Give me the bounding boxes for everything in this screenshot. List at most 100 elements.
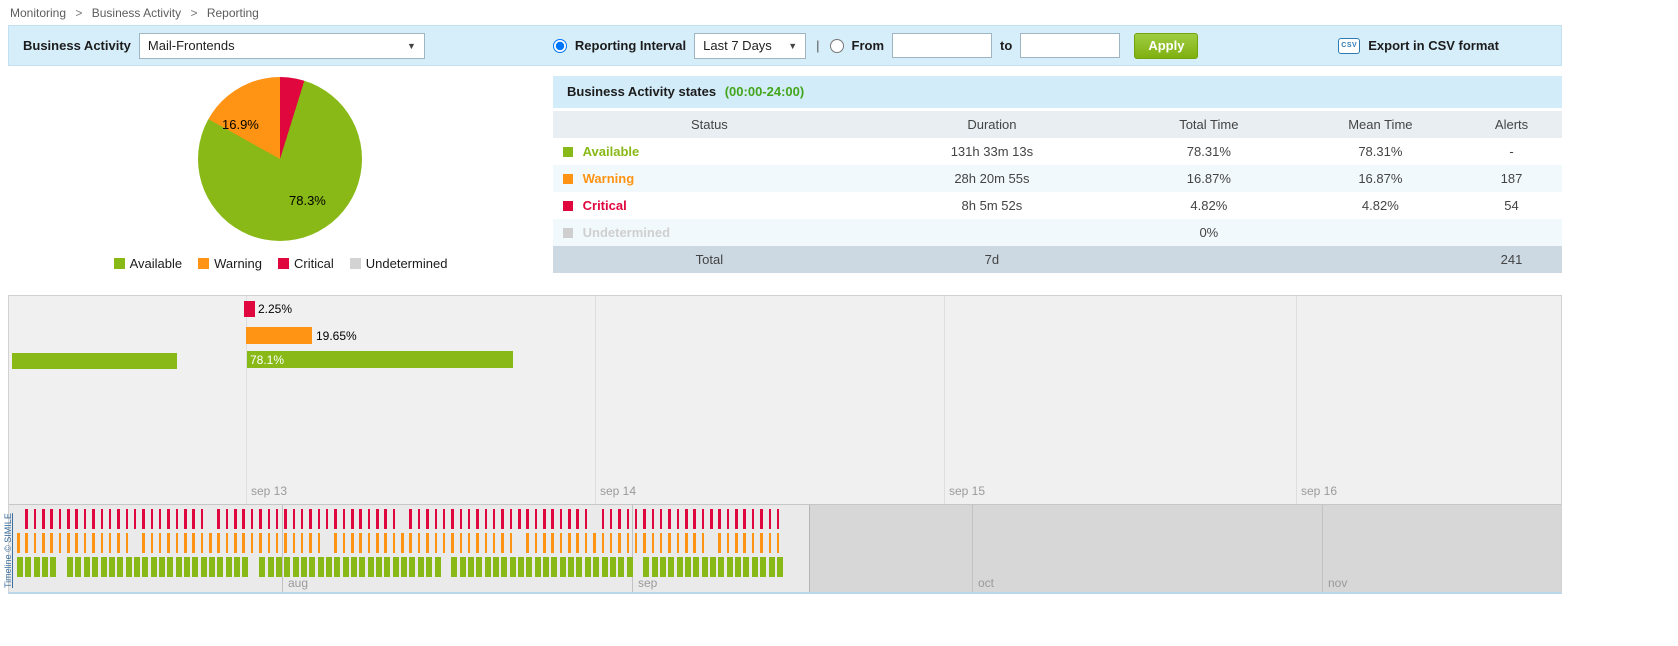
timeline-month-label: nov bbox=[1328, 576, 1347, 590]
mean-time-value: 16.87% bbox=[1300, 171, 1461, 186]
timeline-credit-link[interactable]: Timeline © SIMILE bbox=[3, 513, 13, 588]
breadcrumb-monitoring[interactable]: Monitoring bbox=[10, 6, 66, 20]
legend-label: Critical bbox=[294, 256, 334, 271]
table-title-text: Business Activity states bbox=[567, 84, 716, 99]
timeline-month-label: oct bbox=[978, 576, 994, 590]
status-label: Warning bbox=[583, 171, 635, 186]
timeline-tick-row bbox=[9, 509, 1561, 529]
from-date-input[interactable] bbox=[892, 33, 992, 58]
timeline-date-label: sep 13 bbox=[251, 484, 287, 498]
table-row-undetermined: Undetermined 0% bbox=[553, 219, 1562, 246]
total-alerts: 241 bbox=[1461, 252, 1562, 267]
timeline-panel: 2.25% 19.65% 78.1% sep 13 sep 14 sep 15 … bbox=[8, 295, 1562, 594]
status-color-swatch bbox=[563, 201, 573, 211]
timeline-bar-available[interactable]: 78.1% bbox=[247, 351, 513, 368]
legend-item-available: Available bbox=[114, 256, 183, 271]
table-row-available: Available 131h 33m 13s 78.31% 78.31% - bbox=[553, 138, 1562, 165]
business-activity-group: Business Activity Mail-Frontends ▼ bbox=[23, 33, 425, 59]
column-header-mean-time: Mean Time bbox=[1300, 117, 1461, 132]
pie-legend: Available Warning Critical Undetermined bbox=[8, 256, 553, 271]
table-body: Available 131h 33m 13s 78.31% 78.31% - W… bbox=[553, 138, 1562, 273]
states-table: Business Activity states (00:00-24:00) S… bbox=[553, 76, 1562, 292]
toolbar: Business Activity Mail-Frontends ▼ Repor… bbox=[8, 25, 1562, 66]
duration-value: 131h 33m 13s bbox=[866, 144, 1118, 159]
table-title: Business Activity states (00:00-24:00) bbox=[553, 76, 1562, 108]
timeline-bar-warning-label: 19.65% bbox=[316, 329, 357, 343]
total-label: Total bbox=[553, 252, 866, 267]
timeline-bar-warning[interactable] bbox=[246, 327, 312, 344]
business-activity-label: Business Activity bbox=[23, 38, 131, 53]
timeline-gridline bbox=[595, 296, 596, 504]
status-color-swatch bbox=[563, 228, 573, 238]
reporting-interval-select[interactable]: Last 7 Days ▼ bbox=[694, 33, 806, 59]
status-color-swatch bbox=[563, 174, 573, 184]
reporting-interval-radio[interactable] bbox=[553, 39, 567, 53]
legend-label: Available bbox=[130, 256, 183, 271]
legend-color-swatch bbox=[114, 258, 125, 269]
timeline-date-label: sep 15 bbox=[949, 484, 985, 498]
to-date-input[interactable] bbox=[1020, 33, 1120, 58]
timeline-date-label: sep 16 bbox=[1301, 484, 1337, 498]
business-activity-select[interactable]: Mail-Frontends ▼ bbox=[139, 33, 425, 59]
timeline-month-label: aug bbox=[288, 576, 308, 590]
column-header-duration: Duration bbox=[866, 117, 1118, 132]
content-row: 16.9% 78.3% Available Warning Critical bbox=[8, 66, 1562, 292]
total-time-value: 0% bbox=[1118, 225, 1300, 240]
timeline-gridline bbox=[1296, 296, 1297, 504]
timeline-date-label: sep 14 bbox=[600, 484, 636, 498]
timeline-main-band[interactable]: 2.25% 19.65% 78.1% sep 13 sep 14 sep 15 … bbox=[9, 296, 1561, 504]
column-header-total-time: Total Time bbox=[1118, 117, 1300, 132]
table-row-critical: Critical 8h 5m 52s 4.82% 4.82% 54 bbox=[553, 192, 1562, 219]
csv-file-icon: CSV bbox=[1338, 38, 1360, 54]
duration-value: 28h 20m 55s bbox=[866, 171, 1118, 186]
total-time-value: 4.82% bbox=[1118, 198, 1300, 213]
timeline-bar-critical-label: 2.25% bbox=[258, 302, 292, 316]
chevron-down-icon: ▼ bbox=[788, 41, 797, 51]
alerts-value: - bbox=[1461, 144, 1562, 159]
legend-color-swatch bbox=[278, 258, 289, 269]
legend-color-swatch bbox=[350, 258, 361, 269]
status-label: Undetermined bbox=[583, 225, 670, 240]
business-activity-selected-value: Mail-Frontends bbox=[148, 38, 235, 53]
page: Monitoring > Business Activity > Reporti… bbox=[0, 0, 1678, 594]
total-duration: 7d bbox=[866, 252, 1118, 267]
breadcrumb-business-activity[interactable]: Business Activity bbox=[92, 6, 181, 20]
timeline-overview-band[interactable]: aug sep oct nov bbox=[9, 504, 1561, 592]
to-label: to bbox=[1000, 38, 1012, 53]
apply-button[interactable]: Apply bbox=[1134, 33, 1198, 59]
legend-item-warning: Warning bbox=[198, 256, 262, 271]
total-time-value: 16.87% bbox=[1118, 171, 1300, 186]
mean-time-value: 4.82% bbox=[1300, 198, 1461, 213]
column-header-alerts: Alerts bbox=[1461, 117, 1562, 132]
export-csv-link[interactable]: CSV Export in CSV format bbox=[1338, 38, 1499, 54]
table-header-row: Status Duration Total Time Mean Time Ale… bbox=[553, 111, 1562, 138]
custom-range-radio[interactable] bbox=[830, 39, 844, 53]
reporting-interval-selected-value: Last 7 Days bbox=[703, 38, 772, 53]
availability-pie-panel: 16.9% 78.3% Available Warning Critical bbox=[8, 66, 553, 292]
pie-label-warning: 16.9% bbox=[222, 117, 259, 132]
legend-color-swatch bbox=[198, 258, 209, 269]
status-color-swatch bbox=[563, 147, 573, 157]
mean-time-value: 78.31% bbox=[1300, 144, 1461, 159]
table-title-range: (00:00-24:00) bbox=[725, 84, 805, 99]
chevron-down-icon: ▼ bbox=[407, 41, 416, 51]
timeline-bar-critical[interactable] bbox=[244, 301, 255, 317]
status-label: Available bbox=[583, 144, 640, 159]
breadcrumb-reporting[interactable]: Reporting bbox=[207, 6, 259, 20]
timeline-bar-available-label: 78.1% bbox=[247, 353, 284, 367]
timeline-month-label: sep bbox=[638, 576, 657, 590]
total-time-value: 78.31% bbox=[1118, 144, 1300, 159]
timeline-tick-row bbox=[9, 533, 1561, 553]
toolbar-pipe-separator: | bbox=[816, 38, 819, 53]
legend-item-critical: Critical bbox=[278, 256, 334, 271]
timeline-bar-available-segment[interactable] bbox=[12, 353, 177, 369]
table-total-row: Total 7d 241 bbox=[553, 246, 1562, 273]
status-label: Critical bbox=[583, 198, 627, 213]
interval-group: Reporting Interval Last 7 Days ▼ | From … bbox=[553, 33, 1199, 59]
breadcrumb-separator: > bbox=[190, 6, 197, 20]
pie-chart: 16.9% 78.3% bbox=[198, 77, 362, 241]
alerts-value: 187 bbox=[1461, 171, 1562, 186]
table-row-warning: Warning 28h 20m 55s 16.87% 16.87% 187 bbox=[553, 165, 1562, 192]
pie-label-available: 78.3% bbox=[289, 193, 326, 208]
timeline-tick-row bbox=[9, 557, 1561, 577]
